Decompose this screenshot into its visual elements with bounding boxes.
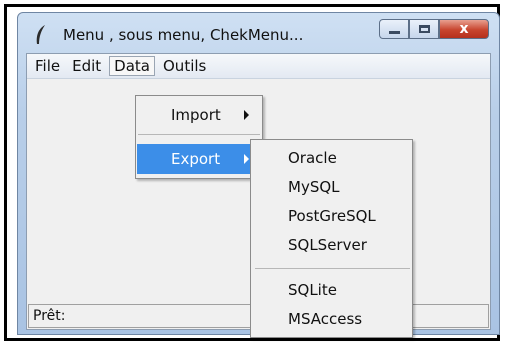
caption-buttons: x bbox=[379, 19, 489, 41]
minimize-button[interactable] bbox=[379, 19, 409, 39]
menu-separator bbox=[138, 134, 260, 135]
export-submenu: Oracle MySQL PostGreSQL SQLServer SQLite… bbox=[250, 139, 413, 338]
minimize-icon bbox=[388, 30, 400, 34]
maximize-icon bbox=[418, 25, 430, 33]
menu-bar: File Edit Data Outils bbox=[27, 54, 490, 79]
submenu-arrow-icon bbox=[244, 154, 249, 164]
submenu-arrow-icon bbox=[244, 110, 249, 120]
menu-outils[interactable]: Outils bbox=[159, 56, 210, 76]
menu-edit[interactable]: Edit bbox=[68, 56, 105, 76]
submenu-item-sqlite[interactable]: SQLite bbox=[288, 281, 337, 299]
menu-file[interactable]: File bbox=[31, 56, 64, 76]
menu-item-export[interactable]: Export bbox=[137, 144, 261, 174]
submenu-item-oracle[interactable]: Oracle bbox=[288, 149, 337, 167]
window-title: Menu , sous menu, ChekMenu... bbox=[63, 26, 304, 44]
close-button[interactable]: x bbox=[439, 19, 489, 39]
submenu-item-postgresql[interactable]: PostGreSQL bbox=[288, 207, 376, 225]
menu-separator bbox=[255, 268, 410, 269]
menu-item-import[interactable]: Import bbox=[137, 100, 261, 130]
submenu-item-sqlserver[interactable]: SQLServer bbox=[288, 236, 367, 254]
submenu-item-mysql[interactable]: MySQL bbox=[288, 178, 340, 196]
menu-data[interactable]: Data bbox=[109, 56, 155, 76]
import-label: Import bbox=[171, 106, 221, 124]
feather-icon bbox=[36, 25, 45, 44]
maximize-button[interactable] bbox=[409, 19, 439, 39]
export-label: Export bbox=[171, 150, 221, 168]
submenu-item-msaccess[interactable]: MSAccess bbox=[288, 310, 362, 328]
close-icon: x bbox=[459, 21, 469, 37]
data-dropdown-menu: Import Export bbox=[135, 95, 263, 179]
